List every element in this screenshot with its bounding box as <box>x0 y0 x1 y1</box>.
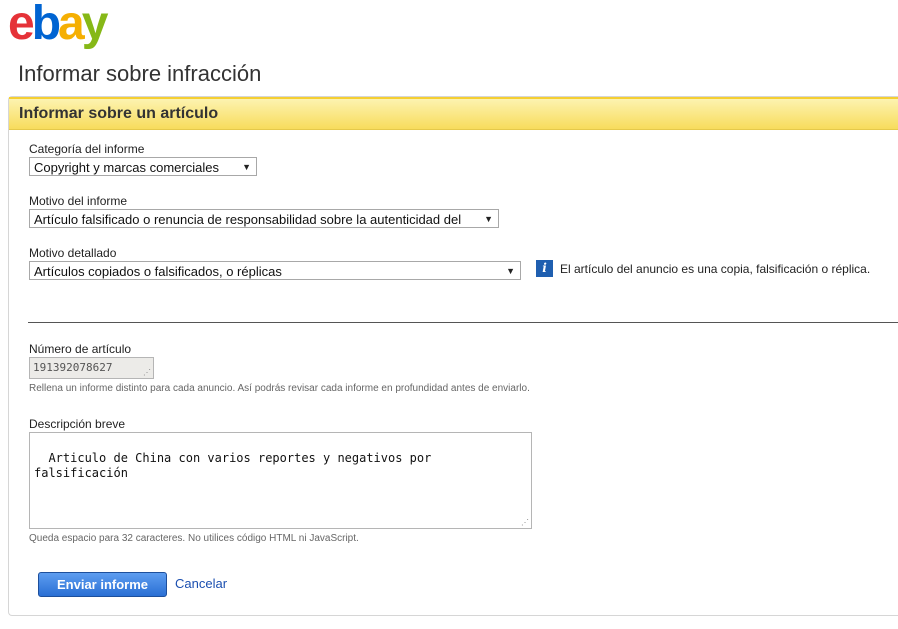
category-value: Copyright y marcas comerciales <box>34 160 219 175</box>
section-divider <box>28 322 898 323</box>
description-value: Articulo de China con varios reportes y … <box>34 451 432 480</box>
reason-value: Artículo falsificado o renuncia de respo… <box>34 212 462 227</box>
info-text: El artículo del anuncio es una copia, fa… <box>560 262 871 276</box>
description-hint: Queda espacio para 32 caracteres. No uti… <box>29 533 359 544</box>
resize-grip-icon[interactable]: ⋰ <box>521 519 529 527</box>
logo-letter-y: y <box>81 0 109 50</box>
detailed-reason-label: Motivo detallado <box>29 246 117 260</box>
category-select[interactable]: Copyright y marcas comerciales ▼ <box>29 157 257 176</box>
submit-report-button[interactable]: Enviar informe <box>38 572 167 597</box>
cancel-link[interactable]: Cancelar <box>175 576 227 591</box>
ebay-logo[interactable]: ebay <box>8 0 108 48</box>
description-label: Descripción breve <box>29 417 126 431</box>
reason-label: Motivo del informe <box>29 194 128 208</box>
chevron-down-icon: ▼ <box>506 266 515 276</box>
reason-select[interactable]: Artículo falsificado o renuncia de respo… <box>29 209 499 228</box>
logo-letter-b: b <box>31 0 61 50</box>
item-number-hint: Rellena un informe distinto para cada an… <box>29 383 530 394</box>
item-number-value: 191392078627 <box>33 361 113 374</box>
chevron-down-icon: ▼ <box>242 162 251 172</box>
item-number-label: Número de artículo <box>29 342 132 356</box>
logo-letter-e: e <box>8 0 35 50</box>
page-title: Informar sobre infracción <box>18 61 262 86</box>
detailed-reason-select[interactable]: Artículos copiados o falsificados, o rép… <box>29 261 521 280</box>
panel-header: Informar sobre un artículo <box>9 97 898 130</box>
logo-letter-a: a <box>58 0 85 50</box>
info-icon: i <box>536 260 553 277</box>
description-textarea[interactable]: Articulo de China con varios reportes y … <box>29 432 532 529</box>
item-number-field[interactable]: 191392078627 ⋰ <box>29 357 154 379</box>
category-label: Categoría del informe <box>29 142 145 156</box>
chevron-down-icon: ▼ <box>482 210 493 227</box>
detailed-reason-value: Artículos copiados o falsificados, o rép… <box>34 264 282 279</box>
resize-grip-icon: ⋰ <box>143 368 151 377</box>
